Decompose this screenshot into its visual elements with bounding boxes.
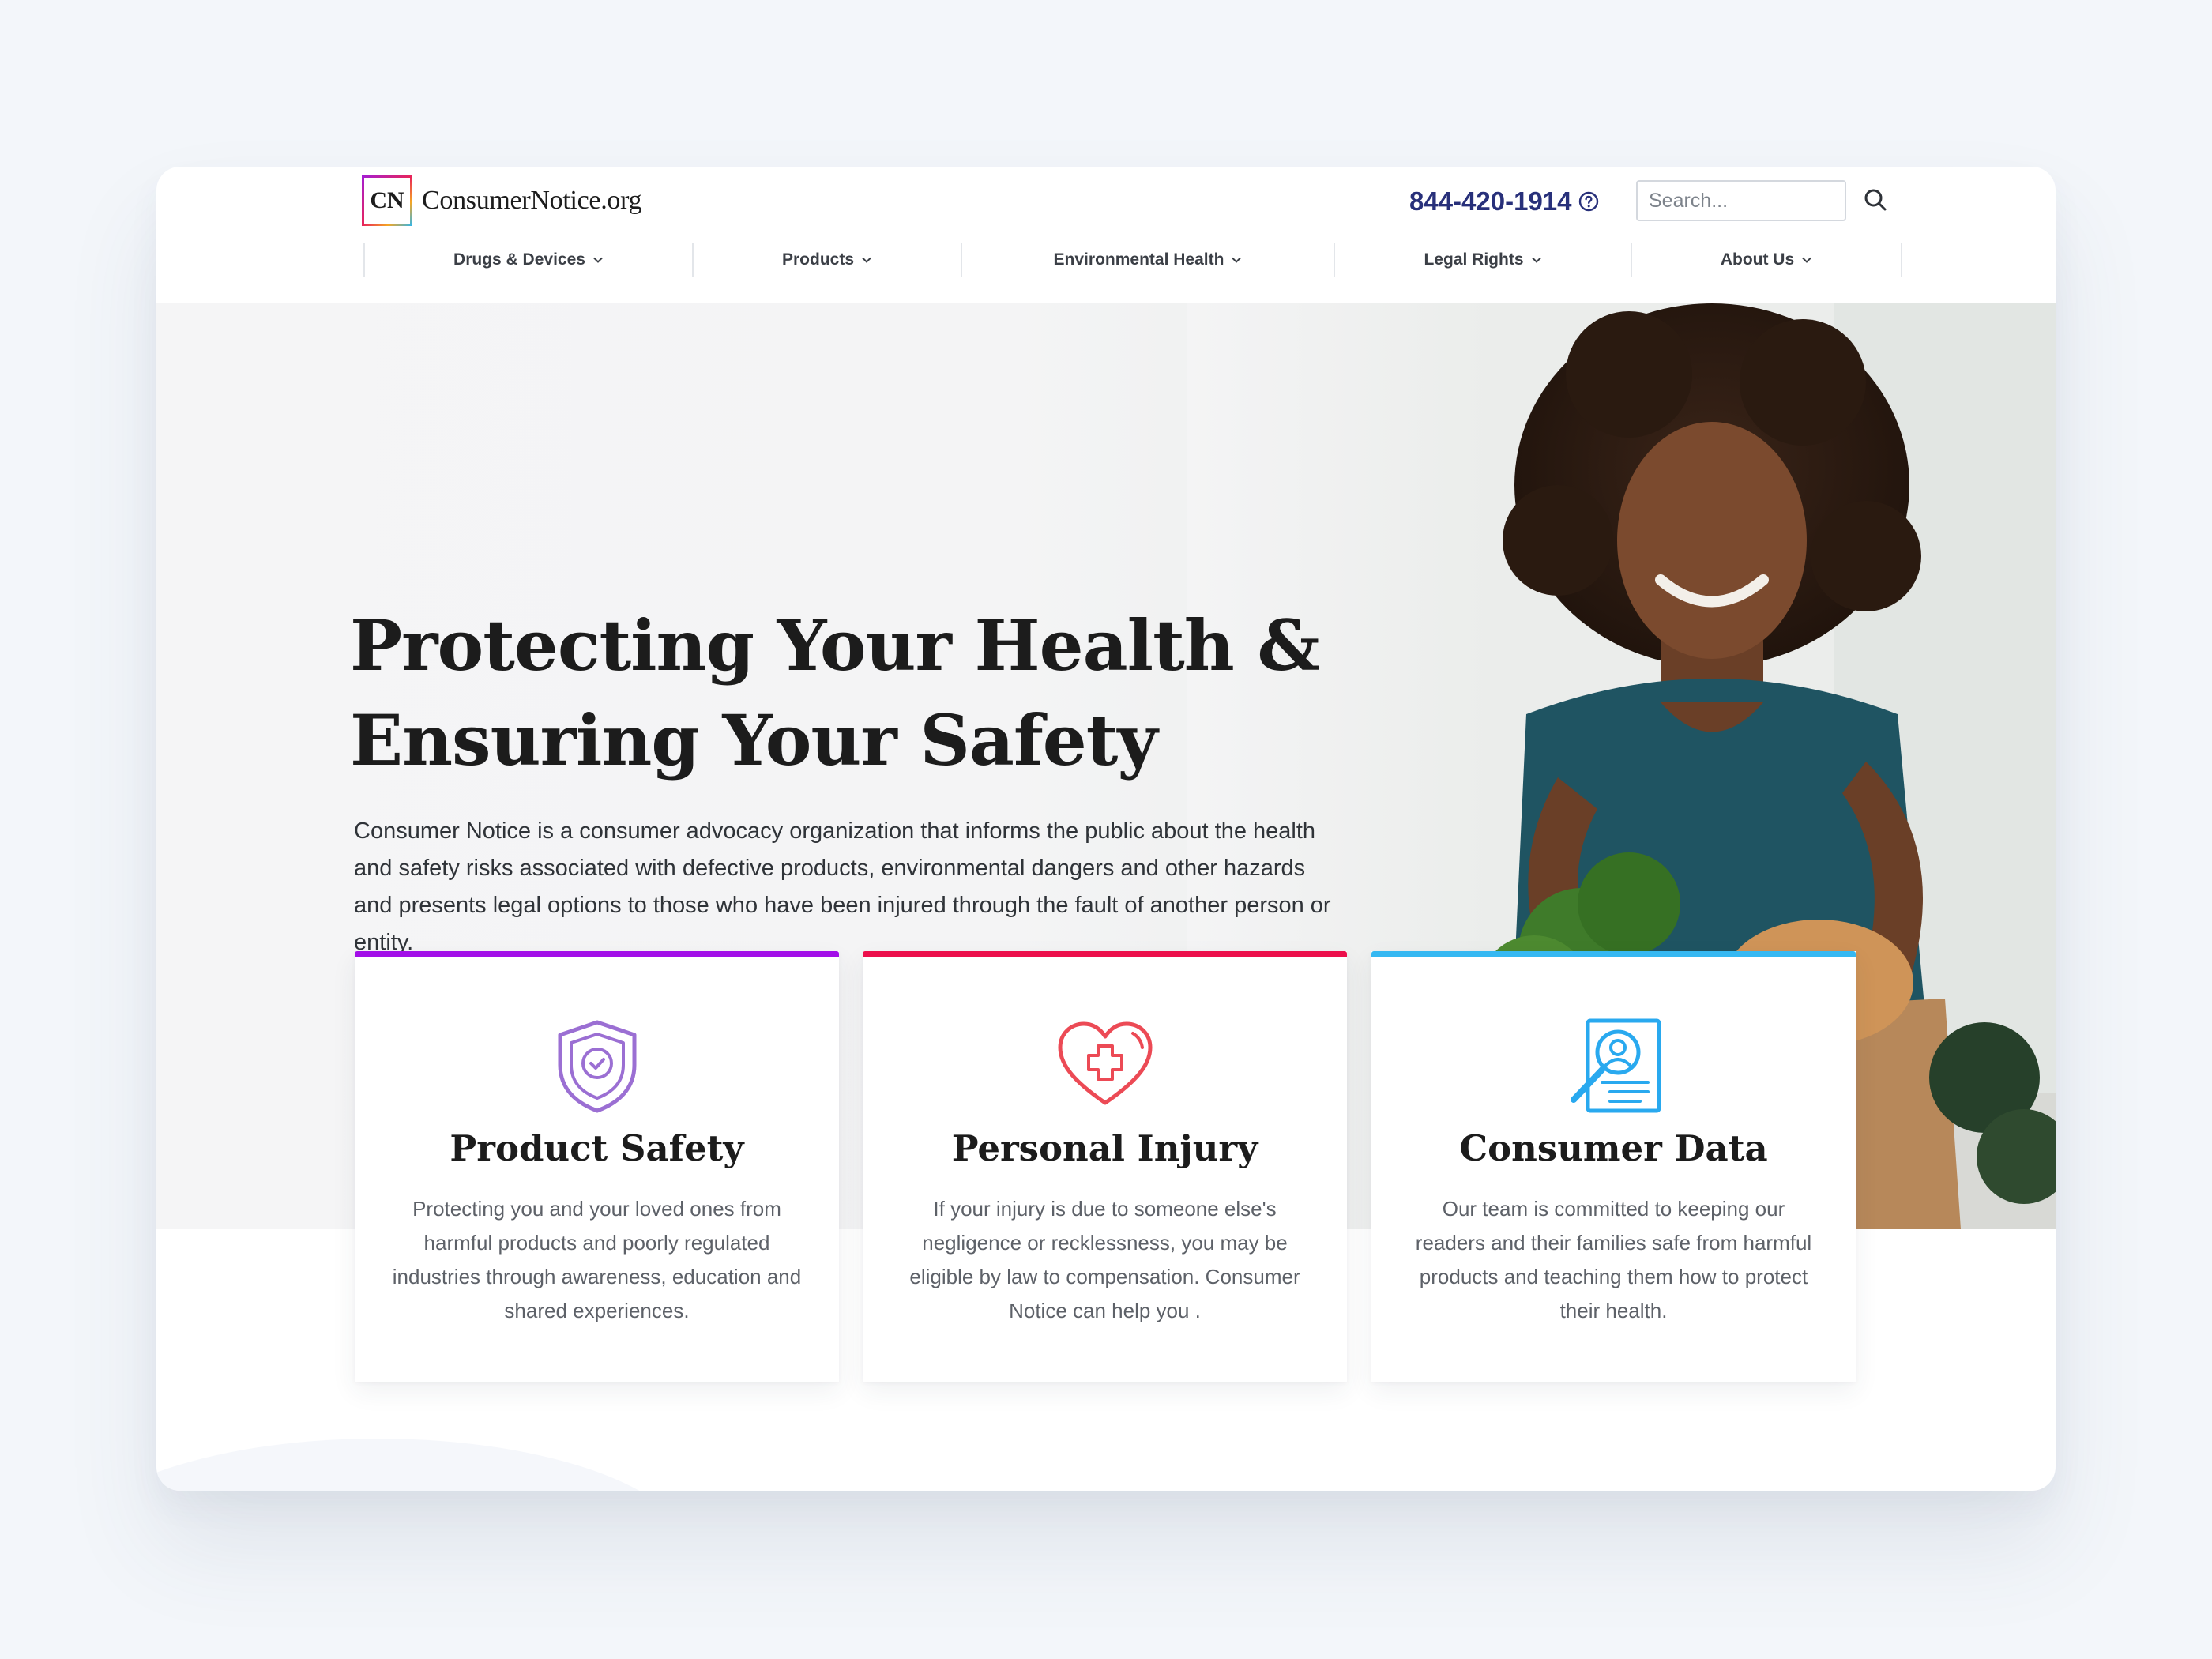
shield-check-icon (546, 1014, 649, 1117)
card-consumer-data[interactable]: Consumer Data Our team is committed to k… (1371, 951, 1856, 1382)
hero-title-line-1: Protecting Your Health & (350, 604, 1320, 687)
main-nav: Drugs & Devices Products Environmental H… (363, 243, 1902, 277)
search-button[interactable] (1860, 184, 1891, 216)
card-accent-bar (355, 951, 839, 957)
nav-legal-rights[interactable]: Legal Rights (1335, 243, 1632, 277)
chevron-down-icon (1232, 257, 1242, 263)
nav-environmental-health[interactable]: Environmental Health (962, 243, 1335, 277)
card-title: Product Safety (450, 1127, 744, 1169)
heart-cross-icon (1054, 1014, 1157, 1117)
card-title: Consumer Data (1459, 1127, 1768, 1169)
card-title: Personal Injury (951, 1127, 1258, 1169)
nav-products[interactable]: Products (694, 243, 962, 277)
logo-mark: CN (362, 175, 412, 226)
chevron-down-icon (862, 257, 871, 263)
chevron-down-icon (1802, 257, 1811, 263)
hero-title: Protecting Your Health & Ensuring Your S… (350, 598, 1320, 788)
decorative-curve (156, 1439, 694, 1491)
site-logo[interactable]: CN ConsumerNotice.org (362, 175, 642, 226)
card-accent-bar (863, 951, 1347, 957)
nav-label: Drugs & Devices (453, 250, 585, 269)
phone-number[interactable]: 844-420-1914 (1409, 184, 1599, 219)
card-text: Our team is committed to keeping our rea… (1415, 1197, 1812, 1322)
card-product-safety[interactable]: Product Safety Protecting you and your l… (355, 951, 839, 1382)
hero-title-line-2: Ensuring Your Safety (350, 699, 1158, 781)
card-accent-bar (1371, 951, 1856, 957)
chevron-down-icon (593, 257, 603, 263)
nav-about-us[interactable]: About Us (1632, 243, 1902, 277)
hero-description: Consumer Notice is a consumer advocacy o… (354, 818, 1331, 955)
profile-search-icon (1563, 1014, 1665, 1117)
card-personal-injury[interactable]: Personal Injury If your injury is due to… (863, 951, 1347, 1382)
nav-label: About Us (1720, 250, 1795, 269)
card-text: Protecting you and your loved ones from … (392, 1197, 802, 1322)
search-input[interactable] (1636, 180, 1846, 221)
chevron-down-icon (1531, 257, 1541, 263)
search-icon (1864, 189, 1887, 211)
nav-label: Products (781, 250, 854, 269)
help-icon[interactable] (1578, 191, 1599, 212)
nav-drugs-devices[interactable]: Drugs & Devices (365, 243, 694, 277)
nav-label: Legal Rights (1424, 250, 1524, 269)
nav-label: Environmental Health (1053, 250, 1224, 269)
browser-frame: CN ConsumerNotice.org 844-420-1914 Drugs… (156, 167, 2056, 1491)
logo-text: ConsumerNotice.org (422, 186, 642, 215)
phone-text: 844-420-1914 (1409, 186, 1572, 216)
card-text: If your injury is due to someone else's … (909, 1197, 1300, 1322)
